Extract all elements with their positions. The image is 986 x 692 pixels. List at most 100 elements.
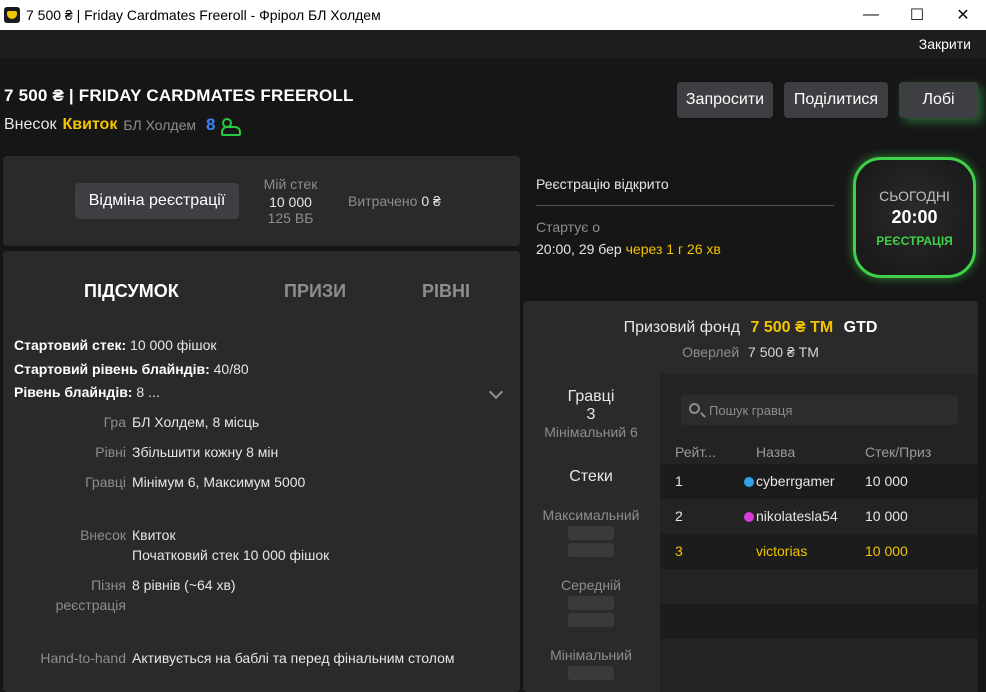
- registration-open-text: Реєстрацію відкрито: [536, 176, 669, 192]
- prize-pool-amount: 7 500 ₴ ТМ: [750, 319, 834, 336]
- hand-to-hand-row-label: Hand-to-hand: [40, 650, 126, 666]
- buyin-row-value: Квиток: [132, 527, 176, 543]
- prize-pool: Призовий фонд 7 500 ₴ ТМ GTD: [523, 319, 978, 337]
- start-stack: Стартовий стек: 10 000 фішок: [14, 337, 217, 353]
- tab-summary[interactable]: ПІДСУМОК: [84, 281, 179, 302]
- lobby-button[interactable]: Лобі: [899, 82, 978, 118]
- players-summary: Гравці 3 Мінімальний 6: [523, 388, 659, 440]
- table-row[interactable]: 1 cyberrgamer 10 000: [660, 464, 978, 499]
- players-title: Гравці: [567, 388, 615, 405]
- minimize-button[interactable]: —: [848, 0, 894, 30]
- start-stack-value: 10 000 фішок: [130, 337, 217, 353]
- levels-row-label: Рівні: [95, 444, 126, 460]
- today-time: 20:00: [891, 207, 938, 227]
- my-stack: Мій стек 10 000 125 ВБ: [248, 176, 333, 226]
- maximize-button[interactable]: ☐: [894, 0, 940, 30]
- row-stack: 10 000: [865, 473, 908, 489]
- row-rank: 1: [675, 473, 683, 489]
- col-rank-header[interactable]: Рейт...: [675, 444, 716, 460]
- tournament-header: 7 500 ₴ | FRIDAY CARDMATES FREEROLL Внес…: [0, 58, 986, 150]
- blind-level-value: 8 ...: [136, 384, 160, 400]
- table-row-empty: [660, 604, 978, 639]
- overlay-label: Оверлей: [682, 344, 740, 360]
- my-stack-label: Мій стек: [263, 176, 318, 192]
- stack-avg: Середній: [523, 577, 659, 627]
- chevron-down-icon[interactable]: [488, 384, 504, 400]
- row-name: nikolatesla54: [756, 508, 838, 524]
- top-action-bar: Закрити: [0, 30, 986, 58]
- player-search-input[interactable]: [709, 395, 954, 425]
- players-row-label: Гравці: [85, 474, 126, 490]
- players-count: 8: [206, 115, 216, 134]
- players-icon: [221, 118, 242, 136]
- unregister-button[interactable]: Відміна реєстрації: [75, 183, 239, 219]
- blind-level: Рівень блайндів: 8 ...: [14, 384, 160, 400]
- players-table: Рейт... Назва Стек/Приз 1 cyberrgamer 10…: [660, 374, 978, 692]
- row-stack: 10 000: [865, 543, 908, 559]
- players-row-value: Мінімум 6, Максимум 5000: [132, 474, 306, 490]
- player-status-dot: [744, 512, 754, 522]
- search-icon: [689, 403, 700, 414]
- window-title: 7 500 ₴ | Friday Cardmates Freeroll - Фр…: [26, 7, 381, 23]
- player-search: [681, 395, 958, 425]
- players-registered-count: 3: [586, 406, 596, 423]
- window-title-bar: 7 500 ₴ | Friday Cardmates Freeroll - Фр…: [0, 0, 986, 30]
- stack-max-placeholder: [568, 526, 614, 540]
- row-stack: 10 000: [865, 508, 908, 524]
- overlay: Оверлей 7 500 ₴ ТМ: [523, 344, 978, 360]
- late-reg-row-value: 8 рівнів (~64 хв): [132, 577, 236, 593]
- start-stack-label: Стартовий стек:: [14, 337, 127, 353]
- blind-level-label: Рівень блайндів:: [14, 384, 133, 400]
- row-player: nikolatesla54: [744, 508, 838, 524]
- stack-min-label: Мінімальний: [550, 647, 632, 663]
- col-stack-header[interactable]: Стек/Приз: [865, 444, 931, 460]
- starts-label: Стартує о: [536, 219, 601, 235]
- buyin-row-label: Внесок: [80, 527, 126, 543]
- today-label: СЬОГОДНІ: [879, 188, 950, 204]
- spent-value: 0 ₴: [421, 193, 441, 209]
- close-button[interactable]: Закрити: [919, 36, 971, 52]
- tab-levels[interactable]: РІВНІ: [422, 281, 470, 302]
- registration-panel: Відміна реєстрації Мій стек 10 000 125 В…: [3, 156, 520, 246]
- game-row-value: БЛ Холдем, 8 місць: [132, 414, 260, 430]
- stack-min-placeholder: [568, 666, 614, 680]
- my-stack-bb: 125 ВБ: [267, 210, 314, 226]
- prize-panel: Призовий фонд 7 500 ₴ ТМ GTD Оверлей 7 5…: [523, 301, 978, 692]
- stacks-title-text: Стеки: [569, 468, 613, 485]
- row-name: victorias: [756, 543, 808, 559]
- stack-avg-label: Середній: [561, 577, 621, 593]
- tab-prizes[interactable]: ПРИЗИ: [284, 281, 346, 302]
- starts-datetime: 20:00, 29 бер: [536, 241, 622, 257]
- start-blinds-value: 40/80: [213, 361, 249, 377]
- stack-avg-placeholder-2: [568, 613, 614, 627]
- registration-status: Реєстрацію відкрито: [536, 176, 836, 192]
- today-status: РЕЄСТРАЦІЯ: [876, 234, 953, 248]
- tournament-subtitle: Внесок Квиток БЛ Холдем 8: [4, 115, 242, 136]
- col-name-header[interactable]: Назва: [756, 444, 795, 460]
- stack-min: Мінімальний: [523, 647, 659, 680]
- stack-max-placeholder-2: [568, 543, 614, 557]
- starts-countdown: через 1 г 26 хв: [625, 241, 721, 257]
- tournament-info-panel: ПІДСУМОК ПРИЗИ РІВНІ Стартовий стек: 10 …: [3, 251, 520, 692]
- close-window-button[interactable]: ✕: [940, 0, 986, 30]
- players-minimum: Мінімальний 6: [544, 424, 638, 440]
- table-row[interactable]: 3 victorias 10 000: [660, 534, 978, 569]
- table-row[interactable]: 2 nikolatesla54 10 000: [660, 499, 978, 534]
- share-button[interactable]: Поділитися: [784, 82, 888, 118]
- stacks-title: Стеки: [523, 468, 659, 486]
- spent-label: Витрачено: [348, 193, 418, 209]
- row-rank: 2: [675, 508, 683, 524]
- app-crown-icon: [4, 7, 20, 23]
- invite-button[interactable]: Запросити: [677, 82, 773, 118]
- player-status-dot: [744, 477, 754, 487]
- game-row-label: Гра: [103, 414, 126, 430]
- table-row-empty: [660, 569, 978, 604]
- overlay-value: 7 500 ₴ ТМ: [748, 344, 819, 360]
- my-stack-value: 10 000: [269, 194, 312, 210]
- stack-max-label: Максимальний: [542, 507, 640, 523]
- late-reg-row-label-2: реєстрація: [55, 597, 126, 613]
- spent: Витрачено 0 ₴: [348, 193, 441, 209]
- row-player: cyberrgamer: [744, 473, 835, 489]
- game-type: БЛ Холдем: [123, 117, 197, 133]
- hand-to-hand-row-value: Активується на баблі та перед фінальним …: [132, 650, 455, 666]
